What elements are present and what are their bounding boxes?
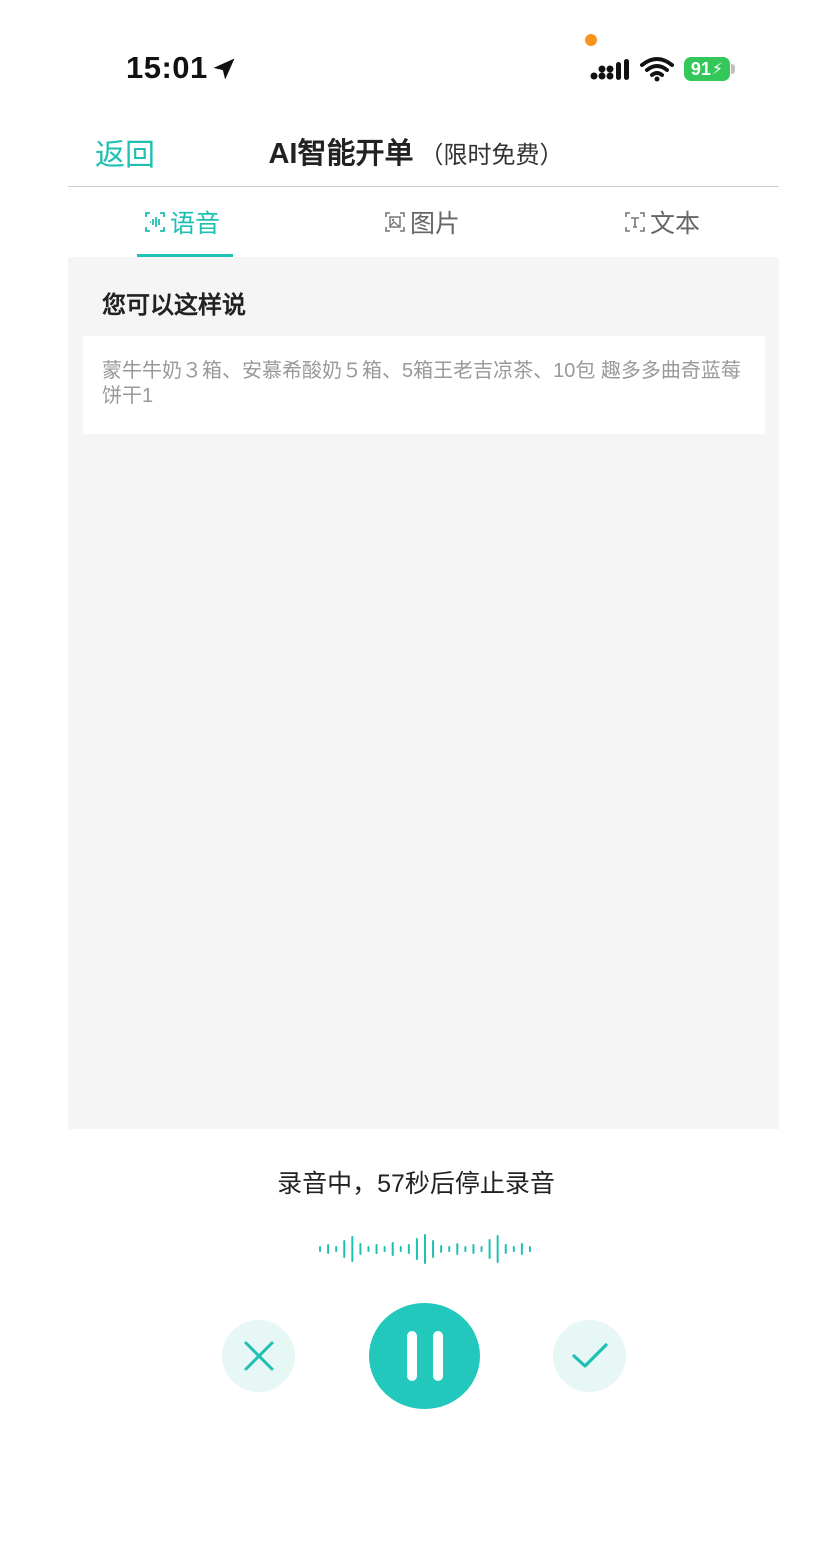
tab-image[interactable]: 图片 [384, 187, 460, 257]
waveform-bar [407, 1244, 410, 1254]
waveform-bar [448, 1246, 451, 1252]
waveform-bar [464, 1246, 467, 1252]
tab-text[interactable]: 文本 [624, 187, 700, 257]
waveform-bar [440, 1245, 443, 1253]
waveform-bar [496, 1235, 499, 1263]
audio-waveform [319, 1234, 531, 1264]
title-wrap: AI智能开单 （限时免费） [0, 130, 832, 172]
wifi-icon [640, 57, 674, 82]
hint-heading: 您可以这样说 [102, 292, 246, 319]
confirm-button[interactable] [553, 1320, 626, 1392]
battery-tip [731, 64, 735, 74]
battery-level: 91 [690, 58, 711, 79]
page-title: AI智能开单 [268, 138, 414, 170]
waveform-bar [528, 1246, 531, 1252]
close-icon [244, 1341, 273, 1371]
waveform-bar [488, 1239, 491, 1259]
image-scan-icon [385, 212, 405, 232]
pause-button[interactable] [369, 1303, 480, 1409]
waveform-bar [472, 1244, 475, 1254]
nav-header: 返回 AI智能开单 （限时免费） [0, 110, 832, 186]
waveform-bar [343, 1240, 346, 1258]
cancel-button[interactable] [222, 1320, 295, 1392]
waveform-bar [391, 1242, 394, 1256]
waveform-bar [415, 1238, 418, 1260]
tab-voice[interactable]: 语音 [144, 187, 220, 257]
recording-status: 录音中，57秒后停止录音 [277, 1170, 555, 1198]
waveform-bar [399, 1246, 402, 1252]
waveform-bar [456, 1243, 459, 1255]
charging-bolt-icon: ⚡ [711, 61, 724, 78]
waveform-bar [319, 1246, 322, 1252]
waveform-bar [335, 1246, 338, 1252]
page-title-suffix: （限时免费） [419, 142, 564, 169]
example-box: 蒙牛牛奶３箱、安慕希酸奶５箱、5箱王老吉凉茶、10包 趣多多曲奇蓝莓饼干1 [83, 336, 765, 434]
pause-icon [406, 1331, 443, 1381]
battery-charging-icon: 91 ⚡ [684, 57, 730, 81]
waveform-bar [375, 1244, 378, 1254]
location-arrow-icon [213, 58, 235, 80]
example-text: 蒙牛牛奶３箱、安慕希酸奶５箱、5箱王老吉凉茶、10包 趣多多曲奇蓝莓饼干1 [102, 360, 741, 407]
input-mode-tabs: 语音 图片 文本 [68, 187, 779, 257]
waveform-bar [383, 1246, 386, 1252]
waveform-bar [367, 1246, 370, 1252]
status-time: 15:01 [126, 50, 208, 85]
waveform-bar [424, 1234, 426, 1264]
tab-voice-label: 语音 [170, 210, 221, 238]
signal-icon [590, 59, 629, 80]
waveform-bar [504, 1244, 507, 1254]
text-scan-icon [625, 212, 645, 232]
status-bar: 15:01 91 ⚡ [0, 0, 832, 110]
waveform-bar [512, 1246, 515, 1252]
check-icon [571, 1343, 608, 1368]
tab-text-label: 文本 [650, 210, 701, 238]
waveform-bar [351, 1236, 354, 1262]
waveform-bar [359, 1243, 362, 1255]
voice-scan-icon [145, 212, 165, 232]
waveform-bar [480, 1246, 483, 1252]
waveform-bar [327, 1244, 330, 1254]
recording-indicator-dot [585, 34, 597, 46]
tab-image-label: 图片 [410, 210, 461, 238]
waveform-bar [432, 1240, 435, 1258]
waveform-bar [520, 1243, 523, 1255]
